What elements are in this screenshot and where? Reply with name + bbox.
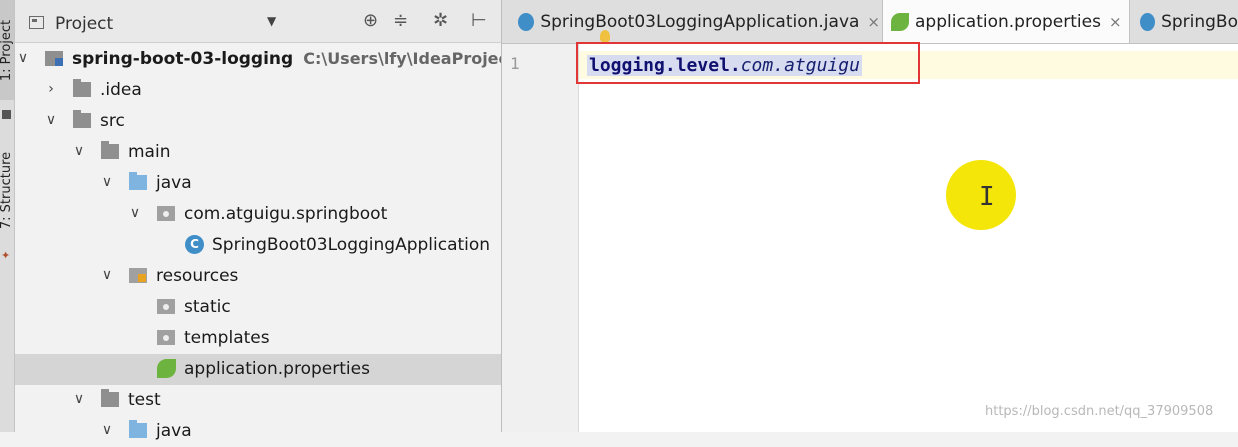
tree-item-name: resources [156,266,239,286]
tree-item-name: static [184,297,231,317]
folder-icon [73,79,91,97]
source-folder-icon [129,420,147,438]
tree-item-label: static [184,297,231,317]
spring-class-icon: C [185,235,204,254]
tree-item-label: main [128,142,170,162]
tree-item[interactable]: › .idea [15,75,501,106]
chevron-down-icon[interactable]: ∨ [43,112,59,128]
tree-item-name: SpringBoot03LoggingApplication [212,235,491,255]
chevron-right-icon[interactable]: › [43,81,59,97]
tree-item[interactable]: application.properties [15,354,501,385]
package-icon [157,299,175,314]
tree-item-name: main [128,142,171,162]
chevron-down-icon[interactable]: ∨ [15,50,31,66]
tree-item[interactable]: ∨ resources [15,261,501,292]
editor-tab[interactable]: SpringBo [1132,0,1238,43]
tree-item-label: resources [156,266,238,286]
tree-item-name: java [156,421,192,441]
tool-window-stripe: 1: Project 7: Structure ✦ [0,0,15,432]
chevron-down-icon[interactable]: ∨ [99,422,115,438]
tree-item-name: java [156,173,192,193]
project-panel-title[interactable]: Project [55,14,113,34]
line-number: 1 [510,54,520,73]
tree-item[interactable]: ∨ src [15,106,501,137]
tree-item[interactable]: C SpringBoot03LoggingApplication [15,230,501,261]
folder-icon [101,389,119,407]
collapse-icon[interactable]: ≑ [393,10,408,31]
editor-tab[interactable]: application.properties × [882,0,1130,43]
tree-item[interactable]: ∨ java [15,168,501,199]
chevron-down-icon[interactable]: ∨ [71,143,87,159]
tree-item[interactable]: static [15,292,501,323]
tree-item-name: templates [184,328,270,348]
chevron-down-icon[interactable]: ∨ [71,391,87,407]
view-dropdown-chevron-icon[interactable]: ▼ [267,14,276,28]
tree-item-label: templates [184,328,270,348]
tree-item-label: src [100,111,125,131]
code-editor[interactable]: logging.level.com.atguigu [579,44,1238,432]
editor-gutter: 1 [502,44,579,432]
gear-icon[interactable]: ✲ [433,10,448,31]
resources-folder-icon [129,268,147,283]
tree-item-label: .idea [100,80,142,100]
package-icon [157,330,175,345]
close-icon[interactable]: × [1109,13,1122,31]
pin-icon[interactable]: ⊢ [471,10,487,31]
editor-tab-label: SpringBoot03LoggingApplication.java [540,11,860,32]
package-icon [157,206,175,221]
target-icon[interactable]: ⊕ [363,10,378,31]
spring-leaf-icon [891,12,909,31]
project-panel-header: Project ▼ ⊕ ≑ ✲ ⊢ [15,0,501,43]
tree-item-label: java [156,173,192,193]
tree-item-label: test [128,390,161,410]
tree-item[interactable]: ∨ main [15,137,501,168]
tree-item-label: java [156,421,192,441]
tree-item[interactable]: templates [15,323,501,354]
source-folder-icon [129,172,147,190]
editor-tab-label: application.properties [915,11,1101,32]
tree-item-name: application.properties [184,359,370,379]
annotation-highlight-box [576,42,920,84]
structure-icon: ✦ [1,249,11,262]
editor-tab-bar: SpringBoot03LoggingApplication.java × appl… [502,0,1238,44]
tree-item-name: test [128,390,161,410]
tree-item-label: spring-boot-03-logging C:\Users\lfy\IdeaP… [72,49,541,69]
tree-item-name: .idea [100,80,142,100]
tree-item-name: com.atguigu.springboot [184,204,388,224]
folder-icon [101,141,119,159]
project-tool-tab[interactable]: 1: Project [0,0,15,100]
project-window-icon [29,16,44,29]
chevron-down-icon[interactable]: ∨ [127,205,143,221]
tree-item-label: application.properties [184,359,370,379]
project-panel: Project ▼ ⊕ ≑ ✲ ⊢ ∨ spring-boot-03-loggin… [15,0,541,441]
project-tool-tab-label: 1: Project [0,19,15,81]
tree-item-name: src [100,111,125,131]
chevron-down-icon[interactable]: ∨ [99,267,115,283]
chevron-down-icon[interactable]: ∨ [99,174,115,190]
structure-tool-tab[interactable]: 7: Structure [0,130,15,250]
class-icon [1140,12,1156,31]
intention-bulb-icon[interactable] [600,30,610,42]
structure-tool-tab-label: 7: Structure [0,151,15,229]
watermark: https://blog.csdn.net/qq_37909508 [985,404,1214,419]
folder-icon [73,110,91,128]
tool-stripe-icon [2,110,11,119]
tree-item-label: com.atguigu.springboot [184,204,387,224]
editor-tab[interactable]: SpringBoot03LoggingApplication.java × [510,0,880,43]
editor-tab-label: SpringBo [1161,11,1238,32]
spring-leaf-icon [157,359,176,378]
text-cursor-icon: I [979,182,995,212]
tree-item-name: spring-boot-03-logging [72,49,294,69]
spring-class-icon [518,12,535,31]
module-icon [45,51,63,66]
tree-item-label: SpringBoot03LoggingApplication [212,235,490,255]
tree-item[interactable]: ∨ com.atguigu.springboot [15,199,501,230]
tree-item[interactable]: ∨ spring-boot-03-logging C:\Users\lfy\Idea… [15,44,541,75]
close-icon[interactable]: × [867,13,880,31]
tree-item[interactable]: ∨ test [15,385,501,416]
